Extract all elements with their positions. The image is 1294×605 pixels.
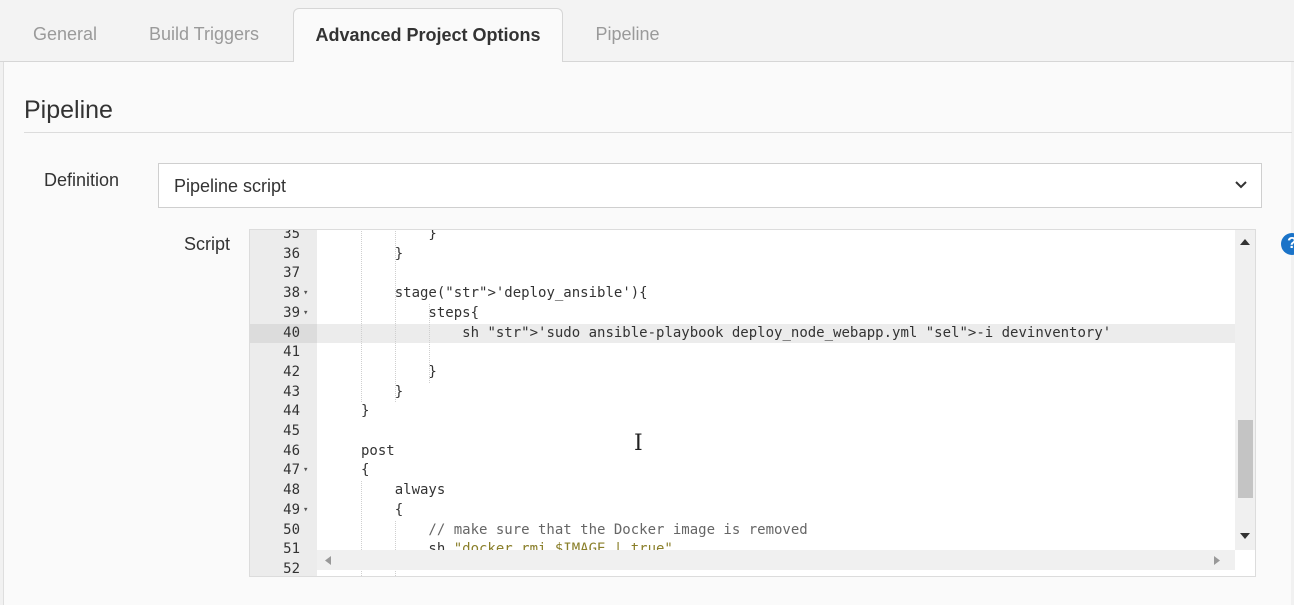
code-text: sh "str">'sudo ansible-playbook deploy_n… [361,324,1112,341]
definition-label: Definition [44,170,120,190]
code-line[interactable]: 36 } [250,245,1235,265]
code-text: steps{ [361,304,480,321]
code-line[interactable]: 48 always [250,481,1235,501]
code-text: { [361,462,370,479]
code-line[interactable]: 44} [250,402,1235,422]
line-number: 35 [283,229,300,242]
fold-arrow-icon[interactable]: ▾ [303,501,308,521]
indent-guide [429,303,430,383]
line-number: 46 [283,442,300,459]
line-number: 36 [283,245,300,262]
script-editor[interactable]: 35 } 36 } 37 38 ▾ stage("str">'deploy_ansibl… [249,229,1256,577]
code-text: stage("str">'deploy_ansible'){ [361,285,648,302]
line-number: 41 [283,344,300,361]
vertical-scroll-thumb[interactable] [1238,420,1253,498]
line-number: 44 [283,403,300,420]
script-label: Script [184,234,231,254]
definition-select-value: Pipeline script [174,176,287,196]
indent-guide [361,230,362,403]
code-line[interactable]: 35 } [250,229,1235,245]
code-text: // make sure that the Docker image is re… [361,521,808,538]
code-line[interactable]: 38 ▾ stage("str">'deploy_ansible'){ [250,284,1235,304]
fold-arrow-icon[interactable]: ▾ [303,284,308,304]
code-text: always [361,482,446,499]
line-number: 37 [283,265,300,282]
line-number: 48 [283,482,300,499]
text-cursor-icon: I [634,431,643,456]
indent-guide [395,230,396,403]
line-number: 51 [283,541,300,558]
tab-build-triggers[interactable]: Build Triggers [130,8,278,62]
horizontal-scrollbar[interactable] [317,550,1235,570]
section-title: Pipeline [24,96,113,124]
tab-advanced-project-options[interactable]: Advanced Project Options [293,8,563,63]
definition-select[interactable]: Pipeline script [158,163,1262,208]
code-text: post [361,442,395,459]
code-line[interactable]: 43 } [250,383,1235,403]
line-number: 50 [283,521,300,538]
line-number: 40 [283,324,300,341]
scroll-right-icon[interactable] [1214,556,1220,565]
chevron-down-icon [1235,181,1247,189]
code-line[interactable]: 47 ▾ { [250,461,1235,481]
scroll-left-icon[interactable] [325,556,331,565]
scroll-up-icon[interactable] [1240,238,1250,246]
pipeline-section: Pipeline Definition Pipeline script Scri… [3,62,1294,605]
code-text: } [361,229,437,242]
code-line[interactable]: 50 // make sure that the Docker image is… [250,521,1235,541]
code-line[interactable]: 42 } [250,363,1235,383]
section-divider [24,132,1292,133]
line-number: 42 [283,363,300,380]
fold-arrow-icon[interactable]: ▾ [303,304,308,324]
config-tab-bar: General Build Triggers Advanced Project … [0,0,1294,63]
help-icon[interactable]: ? [1281,233,1294,255]
code-text: } [361,363,437,380]
code-line[interactable]: 46 post [250,442,1235,462]
code-text: { [361,501,404,518]
code-text: } [361,403,370,420]
fold-arrow-icon[interactable]: ▾ [303,461,308,481]
code-line[interactable]: 39 ▾ steps{ [250,304,1235,324]
tab-general[interactable]: General [0,8,130,62]
code-line[interactable]: 49 ▾ { [250,501,1235,521]
code-text: } [361,383,404,400]
line-number: 52 [283,560,300,577]
code-line[interactable]: 40 sh "str">'sudo ansible-playbook deplo… [250,324,1235,344]
line-number: 38 [283,285,300,302]
jenkins-configure-page: General Build Triggers Advanced Project … [0,0,1294,605]
code-line[interactable]: 37 [250,264,1235,284]
line-number: 45 [283,423,300,439]
line-number: 47 [283,462,300,479]
line-number: 39 [283,304,300,321]
scroll-down-icon[interactable] [1240,532,1250,540]
tab-pipeline[interactable]: Pipeline [575,8,680,62]
code-text: } [361,245,404,262]
line-number: 49 [283,501,300,518]
code-line[interactable]: 45 [250,422,1235,442]
code-line[interactable]: 41 [250,343,1235,363]
vertical-scrollbar[interactable] [1235,230,1255,550]
scroll-corner [1235,550,1255,576]
line-number: 43 [283,383,300,400]
